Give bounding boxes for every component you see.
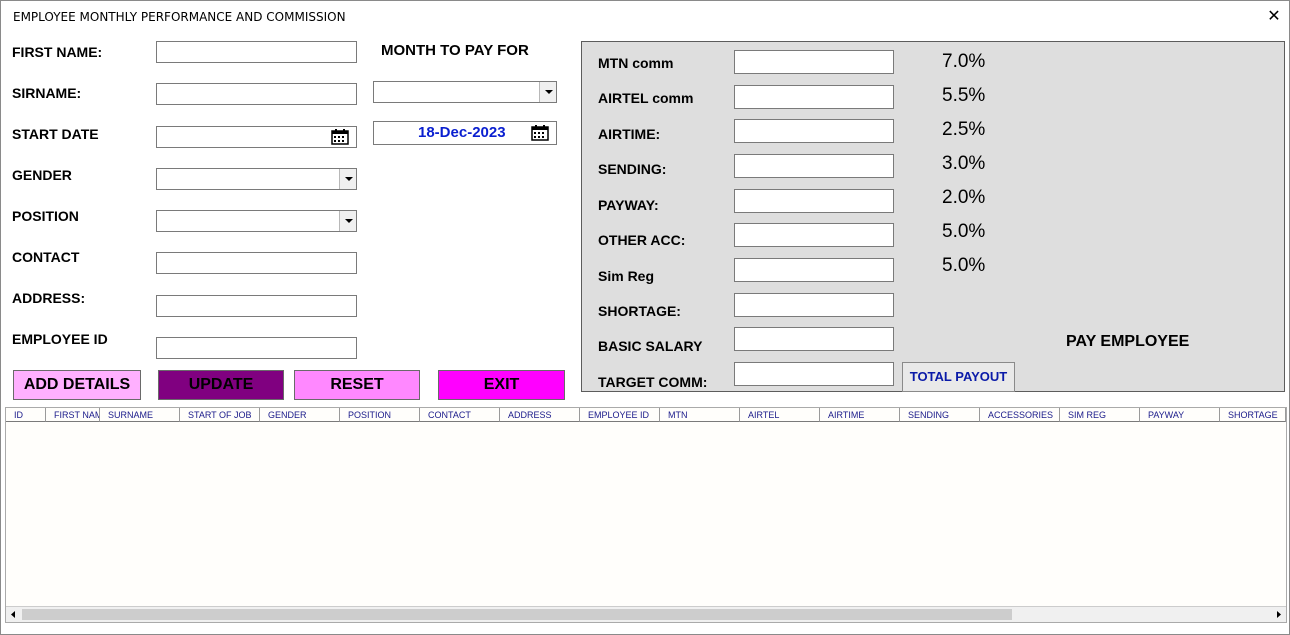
- first-name-field[interactable]: [156, 41, 357, 63]
- mtn-comm-label: MTN comm: [598, 55, 674, 71]
- scroll-right-icon[interactable]: [1271, 607, 1286, 622]
- airtime-label: AIRTIME:: [598, 126, 661, 142]
- payway-rate: 2.0%: [942, 187, 986, 208]
- column-header[interactable]: SURNAME: [100, 408, 180, 422]
- column-header[interactable]: AIRTEL: [740, 408, 820, 422]
- basic-salary-field[interactable]: [734, 327, 894, 351]
- chevron-down-icon[interactable]: [339, 211, 356, 231]
- payway-label: PAYWAY:: [598, 197, 659, 213]
- start-date-field[interactable]: [156, 126, 357, 148]
- reset-button[interactable]: RESET: [294, 370, 420, 400]
- column-header[interactable]: ACCESSORIES: [980, 408, 1060, 422]
- column-header[interactable]: START OF JOB: [180, 408, 260, 422]
- contact-label: CONTACT: [12, 249, 80, 265]
- airtime-field[interactable]: [734, 119, 894, 143]
- calendar-icon[interactable]: [531, 125, 549, 141]
- column-header[interactable]: POSITION: [340, 408, 420, 422]
- mtn-rate: 7.0%: [942, 51, 986, 72]
- column-header[interactable]: ADDRESS: [500, 408, 580, 422]
- column-header[interactable]: SHORTAGE: [1220, 408, 1286, 422]
- address-field[interactable]: [156, 295, 357, 317]
- window-title: EMPLOYEE MONTHLY PERFORMANCE AND COMMISS…: [13, 10, 346, 24]
- first-name-label: FIRST NAME:: [12, 44, 103, 60]
- contact-field[interactable]: [156, 252, 357, 274]
- shortage-label: SHORTAGE:: [598, 303, 681, 319]
- add-details-button[interactable]: ADD DETAILS: [13, 370, 141, 400]
- target-comm-label: TARGET COMM:: [598, 374, 708, 390]
- surname-label: SIRNAME:: [12, 85, 82, 101]
- update-button[interactable]: UPDATE: [158, 370, 284, 400]
- column-header[interactable]: SENDING: [900, 408, 980, 422]
- payway-field[interactable]: [734, 189, 894, 213]
- calendar-icon[interactable]: [331, 129, 349, 145]
- scrollbar-thumb[interactable]: [22, 609, 1012, 620]
- month-dropdown[interactable]: [373, 81, 557, 103]
- pay-employee-label: PAY EMPLOYEE: [1066, 333, 1190, 350]
- pay-date-value: 18-Dec-2023: [418, 124, 506, 141]
- employee-id-field[interactable]: [156, 337, 357, 359]
- column-header[interactable]: FIRST NAME: [46, 408, 100, 422]
- close-icon[interactable]: ✕: [1259, 1, 1289, 33]
- gender-dropdown[interactable]: [156, 168, 357, 190]
- column-header[interactable]: SIM REG: [1060, 408, 1140, 422]
- column-header[interactable]: GENDER: [260, 408, 340, 422]
- position-label: POSITION: [12, 208, 79, 224]
- target-comm-field[interactable]: [734, 362, 894, 386]
- sending-rate: 3.0%: [942, 153, 986, 174]
- start-date-label: START DATE: [12, 126, 99, 142]
- gender-label: GENDER: [12, 167, 72, 183]
- pay-date-field[interactable]: 18-Dec-2023: [373, 121, 557, 145]
- airtel-rate: 5.5%: [942, 85, 986, 106]
- other-acc-rate: 5.0%: [942, 221, 986, 242]
- chevron-down-icon[interactable]: [539, 82, 556, 102]
- column-header[interactable]: ID: [6, 408, 46, 422]
- employee-table[interactable]: ID FIRST NAME SURNAME START OF JOB GENDE…: [5, 407, 1287, 623]
- airtel-comm-field[interactable]: [734, 85, 894, 109]
- address-label: ADDRESS:: [12, 290, 86, 306]
- column-header[interactable]: MTN: [660, 408, 740, 422]
- shortage-field[interactable]: [734, 293, 894, 317]
- employee-id-label: EMPLOYEE ID: [12, 331, 108, 347]
- title-bar: EMPLOYEE MONTHLY PERFORMANCE AND COMMISS…: [1, 1, 1289, 33]
- sim-reg-label: Sim Reg: [598, 268, 655, 284]
- exit-button[interactable]: EXIT: [438, 370, 565, 400]
- column-header[interactable]: CONTACT: [420, 408, 500, 422]
- app-window: EMPLOYEE MONTHLY PERFORMANCE AND COMMISS…: [0, 0, 1290, 635]
- mtn-comm-field[interactable]: [734, 50, 894, 74]
- total-payout-button[interactable]: TOTAL PAYOUT: [902, 362, 1015, 392]
- commission-panel: MTN comm AIRTEL comm AIRTIME: SENDING: P…: [581, 41, 1285, 392]
- surname-field[interactable]: [156, 83, 357, 105]
- chevron-down-icon[interactable]: [339, 169, 356, 189]
- other-acc-field[interactable]: [734, 223, 894, 247]
- basic-salary-label: BASIC SALARY: [598, 338, 703, 354]
- sending-field[interactable]: [734, 154, 894, 178]
- airtime-rate: 2.5%: [942, 119, 986, 140]
- scroll-left-icon[interactable]: [6, 607, 21, 622]
- position-dropdown[interactable]: [156, 210, 357, 232]
- column-header[interactable]: PAYWAY: [1140, 408, 1220, 422]
- month-label: MONTH TO PAY FOR: [381, 42, 529, 59]
- column-header[interactable]: AIRTIME: [820, 408, 900, 422]
- other-acc-label: OTHER ACC:: [598, 232, 686, 248]
- sending-label: SENDING:: [598, 161, 667, 177]
- sim-reg-rate: 5.0%: [942, 255, 986, 276]
- sim-reg-field[interactable]: [734, 258, 894, 282]
- horizontal-scrollbar[interactable]: [6, 606, 1286, 622]
- airtel-comm-label: AIRTEL comm: [598, 90, 694, 106]
- column-header[interactable]: EMPLOYEE ID: [580, 408, 660, 422]
